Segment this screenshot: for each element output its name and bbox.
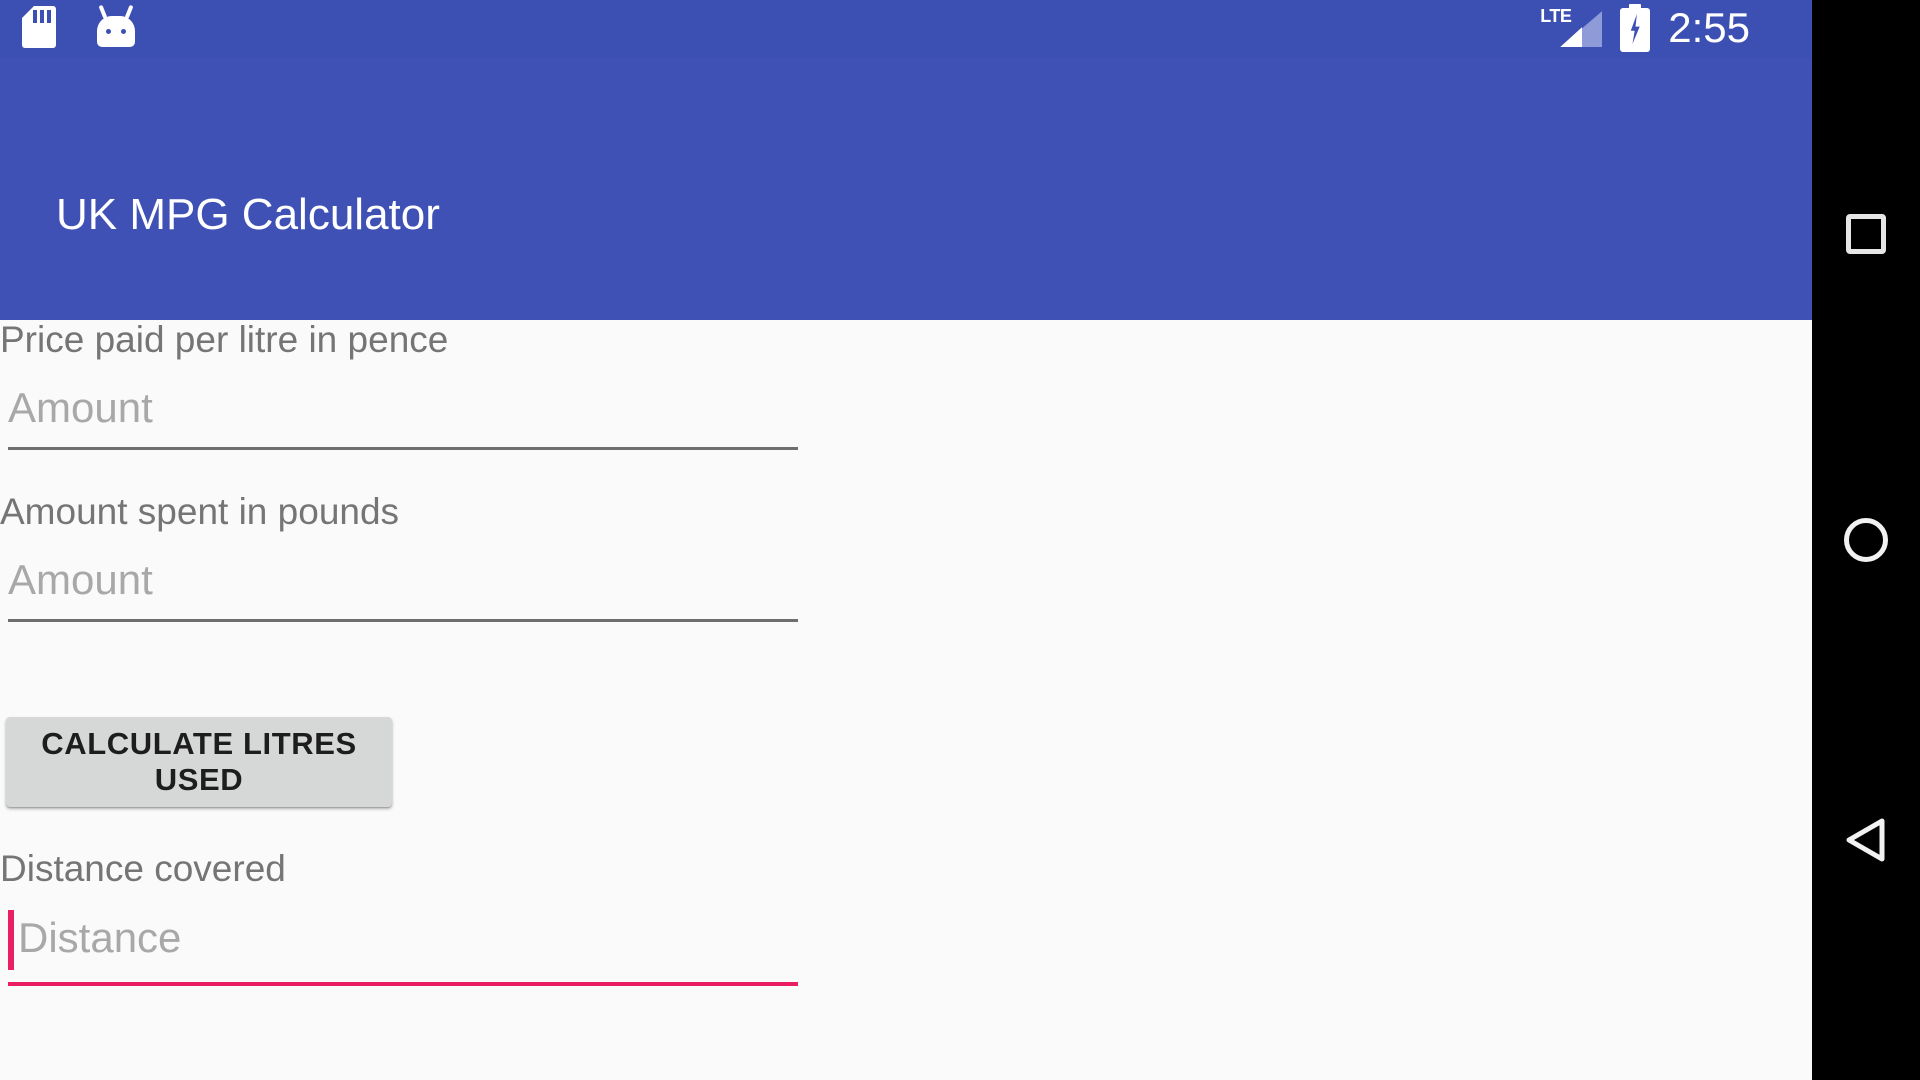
- back-button[interactable]: [1812, 786, 1920, 894]
- home-button[interactable]: [1812, 486, 1920, 594]
- status-bar: LTE 2:55: [0, 0, 1812, 58]
- amount-spent-label: Amount spent in pounds: [0, 491, 400, 532]
- app-screen: LTE 2:55 UK MPG Calculator Price paid pe…: [0, 0, 1812, 1080]
- status-bar-right-icons: LTE 2:55: [1540, 2, 1750, 54]
- distance-covered-label: Distance covered: [0, 848, 286, 889]
- triangle-left-icon: [1846, 818, 1885, 862]
- amount-spent-placeholder: Amount: [8, 556, 153, 603]
- amount-spent-input[interactable]: Amount: [8, 550, 798, 622]
- status-bar-left-icons: [22, 4, 138, 48]
- square-icon: [1846, 214, 1886, 254]
- android-navigation-bar: [1812, 0, 1920, 1080]
- form-content: Price paid per litre in pence Amount Amo…: [0, 319, 1812, 1080]
- price-per-litre-label: Price paid per litre in pence: [0, 319, 449, 360]
- screen-root: LTE 2:55 UK MPG Calculator Price paid pe…: [0, 0, 1920, 1080]
- battery-charging-icon: [1620, 4, 1651, 52]
- lte-label: LTE: [1540, 6, 1572, 26]
- app-bar: UK MPG Calculator: [0, 58, 1812, 320]
- distance-covered-input[interactable]: Distance: [8, 908, 798, 1074]
- status-bar-clock: 2:55: [1668, 4, 1750, 51]
- text-cursor: [8, 910, 14, 970]
- page-title: UK MPG Calculator: [56, 190, 440, 239]
- input-underline-focused: [8, 982, 798, 986]
- calculate-litres-used-button[interactable]: CALCULATE LITRES USED: [6, 717, 392, 807]
- distance-covered-placeholder: Distance: [18, 914, 182, 961]
- lte-signal-icon: LTE: [1540, 3, 1603, 53]
- circle-icon: [1844, 518, 1888, 562]
- sd-card-icon: [22, 6, 56, 48]
- input-underline: [8, 447, 798, 450]
- price-per-litre-placeholder: Amount: [8, 384, 153, 431]
- input-underline: [8, 619, 798, 622]
- recents-button[interactable]: [1812, 180, 1920, 288]
- price-per-litre-input[interactable]: Amount: [8, 378, 798, 450]
- android-head-icon: [94, 4, 138, 48]
